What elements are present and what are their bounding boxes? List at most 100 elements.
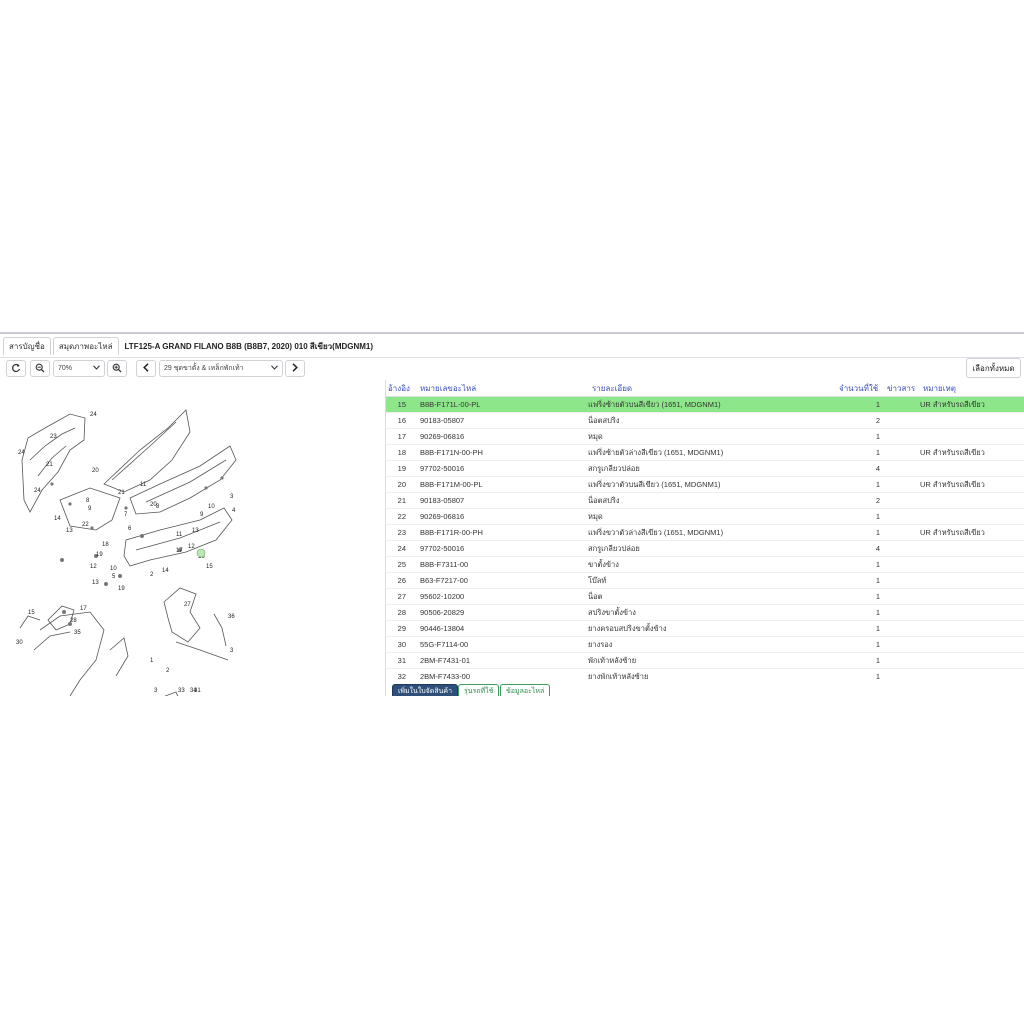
diagram-callout-label[interactable]: 14 <box>54 516 61 522</box>
diagram-callout-label[interactable]: 33 <box>178 688 185 694</box>
table-row[interactable]: 29 90446-13804 ยางครอบสปริงขาตั้งข้าง 1 <box>386 621 1024 637</box>
diagram-callout-label[interactable]: 14 <box>162 568 169 574</box>
diagram-callout-label[interactable]: 30 <box>16 640 23 646</box>
table-row[interactable]: 19 97702-50016 สกรูเกลียวปล่อย 4 <box>386 461 1024 477</box>
header-ref[interactable]: อ้างอิง <box>386 382 410 395</box>
diagram-callout-label[interactable]: 3 <box>230 494 234 500</box>
table-row[interactable]: 28 90506-20829 สปริงขาตั้งข้าง 1 <box>386 605 1024 621</box>
table-row[interactable]: 22 90269-06816 หมุด 1 <box>386 509 1024 525</box>
diagram-callout-label[interactable]: 24 <box>18 450 25 456</box>
diagram-callout-label[interactable]: 22 <box>82 522 89 528</box>
diagram-callout-label[interactable]: 21 <box>46 462 53 468</box>
header-quantity[interactable]: จำนวนที่ใช้ <box>835 382 887 395</box>
parts-table: อ้างอิง หมายเลขอะไหล่ รายละเอียด จำนวนที… <box>386 380 1024 682</box>
diagram-callout-label[interactable]: 17 <box>80 606 87 612</box>
diagram-callout-label[interactable]: 12 <box>188 544 195 550</box>
cell-ref: 19 <box>397 464 406 473</box>
part-info-button[interactable]: ข้อมูลอะไหล่ <box>500 684 551 696</box>
diagram-callout-label[interactable]: 9 <box>200 512 204 518</box>
diagram-callout-label[interactable]: 5 <box>112 574 116 580</box>
diagram-callout-label[interactable]: 9 <box>88 506 92 512</box>
diagram-callout-label[interactable]: 28 <box>70 618 77 624</box>
table-row[interactable]: 24 97702-50016 สกรูเกลียวปล่อย 4 <box>386 541 1024 557</box>
diagram-callout-label[interactable]: 8 <box>156 504 160 510</box>
cell-ref: 23 <box>397 528 406 537</box>
diagram-callout-label[interactable]: 18 <box>102 542 109 548</box>
diagram-callout-label[interactable]: 3 <box>154 688 158 694</box>
header-part-number[interactable]: หมายเลขอะไหล่ <box>410 382 580 395</box>
diagram-callout-label[interactable]: 8 <box>86 498 90 504</box>
diagram-callout-label[interactable]: 2 <box>150 572 154 578</box>
table-row[interactable]: 20 B8B-F171M-00-PL แฟริ่งขวาตัวบนสีเขียว (… <box>386 477 1024 493</box>
diagram-callout-label[interactable]: 4 <box>232 508 236 514</box>
header-note[interactable]: หมายเหตุ <box>923 382 1023 395</box>
table-row[interactable]: 30 55G-F7114-00 ยางรอง 1 <box>386 637 1024 653</box>
cell-quantity: 1 <box>875 576 880 585</box>
cell-description: พักเท้าหลังซ้าย <box>588 655 637 665</box>
diagram-callout-label[interactable]: 6 <box>128 526 132 532</box>
table-row[interactable]: 21 90183-05807 น็อตสปริง 2 <box>386 493 1024 509</box>
diagram-callout-label[interactable]: 7 <box>124 512 128 518</box>
diagram-callout-label[interactable]: 19 <box>96 552 103 558</box>
table-row[interactable]: 18 B8B-F171N-00-PH แฟริ่งซ้ายตัวล่างสีเขีย… <box>386 445 1024 461</box>
cell-part-number: 2BM-F7431-01 <box>420 656 471 665</box>
diagram-callout-label[interactable]: 24 <box>34 488 41 494</box>
diagram-callout-label[interactable]: 24 <box>90 412 97 418</box>
diagram-callout-label[interactable]: 15 <box>206 564 213 570</box>
zoom-select[interactable]: 70% <box>53 360 105 377</box>
header-news[interactable]: ข่าวสาร <box>887 382 923 395</box>
diagram-callout-label[interactable]: 21 <box>118 490 125 496</box>
cell-part-number: 95602-10200 <box>420 592 465 601</box>
cell-ref: 15 <box>397 400 406 409</box>
header-description[interactable]: รายละเอียด <box>580 382 835 395</box>
cell-part-number: B8B-F171M-00-PL <box>420 480 483 489</box>
prev-section-button[interactable] <box>136 360 156 377</box>
tab-parts-book[interactable]: สมุดภาพอะไหล่ <box>52 337 119 355</box>
next-section-button[interactable] <box>285 360 305 377</box>
select-all-button[interactable]: เลือกทั้งหมด <box>966 358 1021 378</box>
tab-catalog-index[interactable]: สารบัญชื่อ <box>3 337 51 355</box>
diagram-callout-label[interactable]: 27 <box>184 602 191 608</box>
zoom-out-button[interactable] <box>30 360 50 377</box>
diagram-callout-label[interactable]: 13 <box>192 528 199 534</box>
diagram-callout-label[interactable]: 2 <box>166 668 170 674</box>
diagram-callout-label[interactable]: 13 <box>66 528 73 534</box>
section-value: 29 ชุดขาตั้ง & เหล็กพักเท้า <box>164 365 244 372</box>
table-row[interactable]: 31 2BM-F7431-01 พักเท้าหลังซ้าย 1 <box>386 653 1024 669</box>
diagram-callout-label[interactable]: 11 <box>176 532 183 538</box>
zoom-in-button[interactable] <box>107 360 127 377</box>
table-row[interactable]: 26 B63-F7217-00 โบ๊ลท์ 1 <box>386 573 1024 589</box>
diagram-callout-label[interactable]: 35 <box>74 630 81 636</box>
table-row[interactable]: 23 B8B-F171R-00-PH แฟริ่งขวาตัวล่างสีเขียว… <box>386 525 1024 541</box>
cell-part-number: 90446-13804 <box>420 624 465 633</box>
table-row[interactable]: 27 95602-10200 น็อต 1 <box>386 589 1024 605</box>
refresh-button[interactable] <box>6 360 26 377</box>
table-row[interactable]: 32 2BM-F7433-00 ยางพักเท้าหลังซ้าย 1 <box>386 669 1024 682</box>
diagram-callout-label[interactable]: 3 <box>230 648 234 654</box>
diagram-callout-label[interactable]: 20 <box>92 468 99 474</box>
add-to-cart-button[interactable]: เพิ่มในใบจัดสินค้า <box>392 684 459 696</box>
diagram-callout-label[interactable]: 1 <box>150 658 154 664</box>
table-row[interactable]: 25 B8B-F7311-00 ขาตั้งข้าง 1 <box>386 557 1024 573</box>
cell-part-number: 55G-F7114-00 <box>420 640 469 649</box>
highlighted-ref-marker[interactable] <box>196 548 206 558</box>
table-row[interactable]: 17 90269-06816 หมุด 1 <box>386 429 1024 445</box>
diagram-callout-label[interactable]: 13 <box>92 580 99 586</box>
diagram-callout-label[interactable]: 17 <box>176 548 183 554</box>
cell-description: สปริงขาตั้งข้าง <box>588 607 636 617</box>
parts-diagram[interactable]: 24 23 24 21 20 21 24 8 9 14 13 22 19 12 10 13 18 11 20 8 7 6 1… <box>0 380 385 696</box>
models-used-button[interactable]: รุ่นรถที่ใช้ <box>458 684 500 696</box>
diagram-callout-label[interactable]: 15 <box>28 610 35 616</box>
diagram-callout-label[interactable]: 19 <box>118 586 125 592</box>
diagram-callout-label[interactable]: 11 <box>140 482 147 488</box>
diagram-callout-label[interactable]: 12 <box>90 564 97 570</box>
table-row[interactable]: 16 90183-05807 น็อตสปริง 2 <box>386 413 1024 429</box>
diagram-callout-label[interactable]: 23 <box>50 434 57 440</box>
cell-description: โบ๊ลท์ <box>588 575 607 585</box>
table-row[interactable]: 15 B8B-F171L-00-PL แฟริ่งซ้ายตัวบนสีเขียว … <box>386 397 1024 413</box>
diagram-callout-label[interactable]: 10 <box>110 566 117 572</box>
diagram-callout-label[interactable]: 36 <box>228 614 235 620</box>
diagram-callout-label[interactable]: 10 <box>208 504 215 510</box>
diagram-callout-label[interactable]: 34 <box>190 688 197 694</box>
section-select[interactable]: 29 ชุดขาตั้ง & เหล็กพักเท้า <box>159 360 283 377</box>
